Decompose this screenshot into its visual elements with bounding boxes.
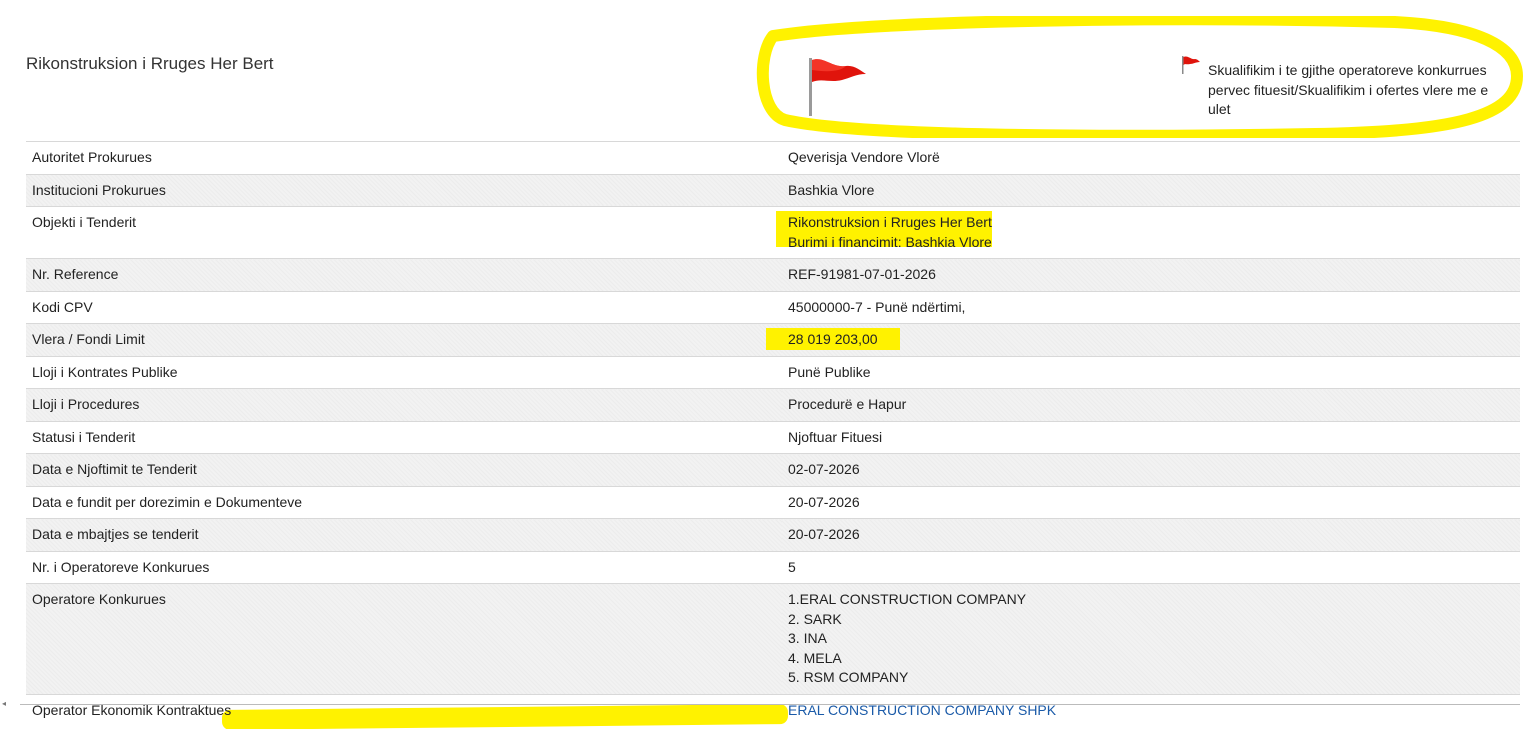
row-label: Statusi i Tenderit: [26, 420, 782, 454]
table-row: Lloji i Procedures Procedurë e Hapur: [26, 388, 1520, 421]
table-row: Autoritet Prokurues Qeverisja Vendore Vl…: [26, 141, 1520, 174]
tender-object-name: Rikonstruksion i Rruges Her Bert: [788, 214, 992, 230]
row-value: 20-07-2026: [782, 518, 1520, 551]
row-value: ERAL CONSTRUCTION COMPANY SHPK: [782, 693, 1520, 726]
table-row: Data e mbajtjes se tenderit 20-07-2026: [26, 518, 1520, 551]
row-label: Data e Njoftimit te Tenderit: [26, 453, 782, 486]
row-value: Qeverisja Vendore Vlorë: [782, 141, 1520, 174]
disqualification-note: Skualifikim i te gjithe operatoreve konk…: [1208, 62, 1489, 117]
page-title: Rikonstruksion i Rruges Her Bert: [26, 54, 274, 73]
table-row: Data e Njoftimit te Tenderit 02-07-2026: [26, 453, 1520, 486]
row-value: 28 019 203,00: [766, 323, 1520, 356]
row-value: Njoftuar Fituesi: [782, 420, 1520, 454]
row-value: Bashkia Vlore: [782, 173, 1520, 207]
table-row: Operator Ekonomik Kontraktues ERAL CONST…: [26, 693, 1520, 729]
page-divider: [20, 704, 1520, 705]
row-label: Lloji i Kontrates Publike: [26, 355, 782, 389]
row-value: REF-91981-07-01-2026: [782, 258, 1520, 291]
tender-details-table: Autoritet Prokurues Qeverisja Vendore Vl…: [26, 141, 1520, 729]
row-label: Operatore Konkurues: [26, 583, 782, 694]
row-label: Operator Ekonomik Kontraktues: [26, 693, 789, 729]
table-row: Institucioni Prokurues Bashkia Vlore: [26, 173, 1520, 207]
row-label: Kodi CPV: [26, 290, 782, 324]
table-row: Operatore Konkurues 1.ERAL CONSTRUCTION …: [26, 583, 1520, 694]
row-value: Rikonstruksion i Rruges Her Bert Burimi …: [776, 206, 1520, 259]
row-value: 02-07-2026: [782, 453, 1520, 486]
row-label: Vlera / Fondi Limit: [26, 323, 782, 356]
row-value: 20-07-2026: [782, 485, 1520, 519]
list-item: 2. SARK: [788, 610, 842, 627]
financing-source: Burimi i financimit: Bashkia Vlore: [788, 233, 992, 250]
row-label: Data e fundit per dorezimin e Dokumentev…: [26, 485, 782, 519]
list-item: 4. MELA: [788, 649, 842, 666]
red-flag-icon: [809, 58, 866, 116]
table-row: Vlera / Fondi Limit 28 019 203,00: [26, 323, 1520, 356]
row-label: Lloji i Procedures: [26, 388, 782, 421]
scroll-left-icon[interactable]: ◂: [2, 699, 6, 708]
list-item: 3. INA: [788, 630, 827, 646]
row-value: 5: [782, 550, 1520, 584]
row-label: Institucioni Prokurues: [26, 173, 782, 207]
list-item: 5. RSM COMPANY: [788, 669, 909, 685]
table-row: Nr. Reference REF-91981-07-01-2026: [26, 258, 1520, 291]
row-label: Data e mbajtjes se tenderit: [26, 518, 782, 551]
table-row: Data e fundit per dorezimin e Dokumentev…: [26, 485, 1520, 519]
contractor-label: Operator Ekonomik Kontraktues: [32, 701, 232, 718]
row-value: 45000000-7 - Punë ndërtimi,: [782, 290, 1520, 324]
table-row: Statusi i Tenderit Njoftuar Fituesi: [26, 420, 1520, 454]
table-row: Kodi CPV 45000000-7 - Punë ndërtimi,: [26, 290, 1520, 324]
row-label: Autoritet Prokurues: [26, 141, 782, 174]
table-row: Nr. i Operatoreve Konkurues 5: [26, 550, 1520, 584]
list-item: 1.ERAL CONSTRUCTION COMPANY: [788, 591, 1027, 607]
row-label: Objekti i Tenderit: [26, 206, 782, 259]
row-label: Nr. Reference: [26, 258, 782, 291]
table-row: Lloji i Kontrates Publike Punë Publike: [26, 355, 1520, 389]
row-value: 1.ERAL CONSTRUCTION COMPANY 2. SARK 3. I…: [782, 583, 1520, 694]
row-value: Procedurë e Hapur: [782, 388, 1520, 421]
table-row: Objekti i Tenderit Rikonstruksion i Rrug…: [26, 206, 1520, 259]
row-label: Nr. i Operatoreve Konkurues: [26, 550, 782, 584]
row-value: Punë Publike: [782, 355, 1520, 389]
red-flag-icon: [1182, 56, 1200, 74]
limit-fund-value: 28 019 203,00: [788, 331, 878, 347]
